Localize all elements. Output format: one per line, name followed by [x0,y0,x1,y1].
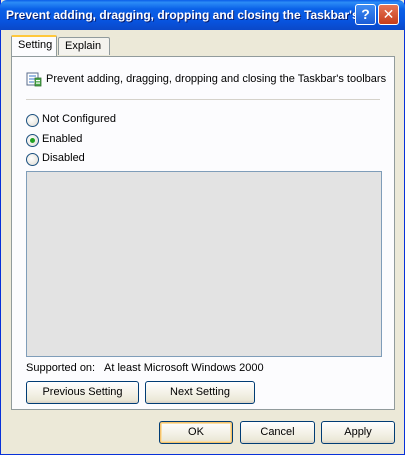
policy-properties-dialog: Prevent adding, dragging, dropping and c… [0,0,405,455]
radio-label: Disabled [42,152,85,164]
radio-label: Not Configured [42,113,116,125]
tab-explain[interactable]: Explain [58,37,110,55]
title-bar[interactable]: Prevent adding, dragging, dropping and c… [0,0,405,30]
radio-button[interactable] [26,114,39,127]
previous-setting-button[interactable]: Previous Setting [26,381,139,404]
ok-button[interactable]: OK [159,421,233,444]
policy-title: Prevent adding, dragging, dropping and c… [46,73,387,85]
cancel-button[interactable]: Cancel [240,421,315,444]
next-setting-button[interactable]: Next Setting [145,381,255,404]
window-title: Prevent adding, dragging, dropping and c… [6,8,373,22]
close-button[interactable]: ✕ [378,4,399,25]
separator [26,99,380,100]
comment-box[interactable] [26,171,382,357]
supported-on-value: At least Microsoft Windows 2000 [104,362,264,374]
tab-setting[interactable]: Setting [11,35,57,56]
radio-label: Enabled [42,133,83,145]
radio-button[interactable] [26,134,39,147]
radio-button[interactable] [26,153,39,166]
setting-panel: Prevent adding, dragging, dropping and c… [11,56,395,410]
supported-on-label: Supported on: [26,362,96,374]
help-button[interactable]: ? [355,4,376,25]
policy-setting-icon [26,72,42,87]
apply-button[interactable]: Apply [321,421,395,444]
